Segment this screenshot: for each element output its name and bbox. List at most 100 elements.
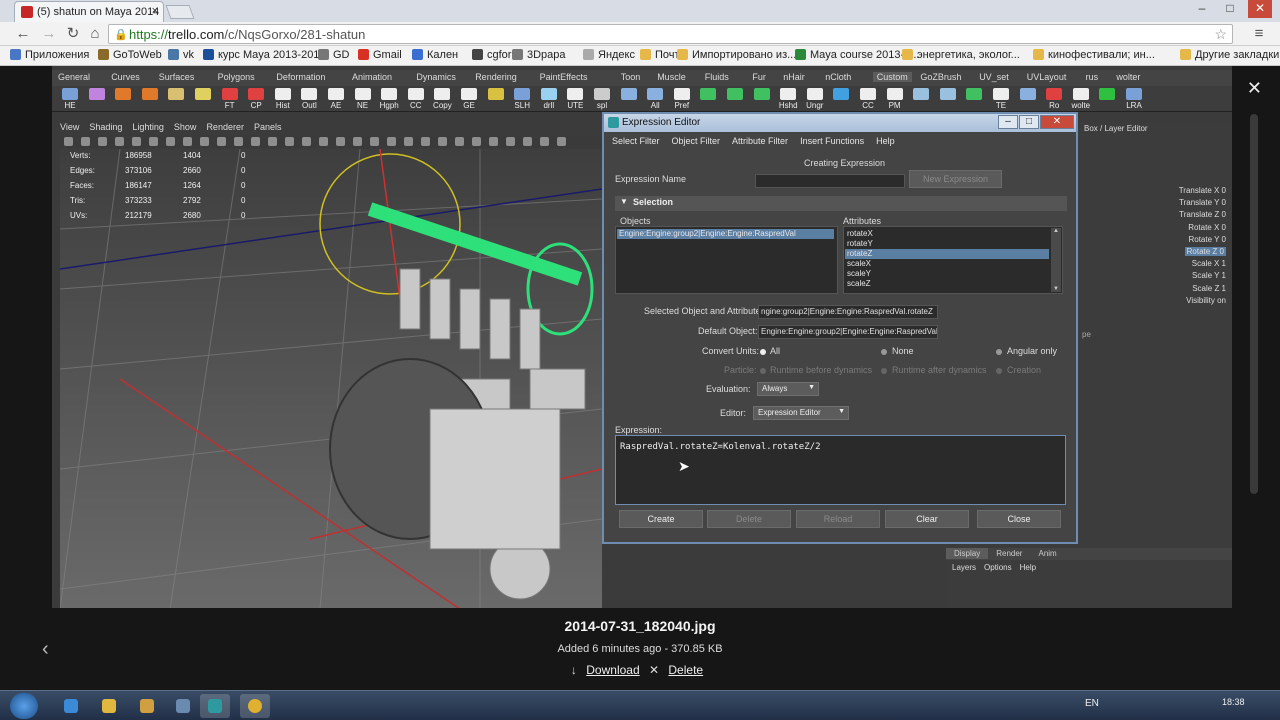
channel-row[interactable]: Scale X 1: [1192, 259, 1226, 268]
reload-icon[interactable]: ↻: [64, 25, 82, 43]
shelf-tab[interactable]: Surfaces: [159, 72, 195, 82]
shelf-tool-button[interactable]: spl: [590, 88, 614, 110]
panel-tool-icon[interactable]: [387, 137, 396, 146]
taskbar-clock[interactable]: 18:38: [1222, 697, 1245, 707]
taskbar-app-icon[interactable]: [168, 694, 198, 718]
reload-button[interactable]: Reload: [796, 510, 880, 528]
bookmark-item[interactable]: Импортировано из...: [677, 49, 796, 61]
editor-dropdown[interactable]: Expression Editor ▼: [753, 406, 849, 420]
expr-menu-item[interactable]: Object Filter: [672, 136, 721, 146]
panel-tool-icon[interactable]: [302, 137, 311, 146]
shelf-tool-button[interactable]: TE: [989, 88, 1013, 110]
panel-menu-item[interactable]: Renderer: [206, 122, 244, 132]
window-close-button[interactable]: ✕: [1248, 0, 1272, 18]
layer-menu-item[interactable]: Layers: [952, 563, 976, 572]
bookmark-item[interactable]: cgfor: [472, 49, 511, 61]
shelf-tab[interactable]: Dynamics: [416, 72, 456, 82]
panel-menu-item[interactable]: View: [60, 122, 79, 132]
panel-tool-icon[interactable]: [336, 137, 345, 146]
panel-tool-icon[interactable]: [268, 137, 277, 146]
shelf-tool-button[interactable]: [164, 88, 188, 110]
shelf-tool-button[interactable]: [696, 88, 720, 110]
attribute-list-item[interactable]: scaleX: [845, 259, 1049, 269]
shelf-tool-button[interactable]: [1016, 88, 1040, 110]
panel-tool-icon[interactable]: [421, 137, 430, 146]
taskbar-maya-icon[interactable]: [200, 694, 230, 718]
attribute-list-item[interactable]: rotateZ: [845, 249, 1049, 259]
shelf-tool-button[interactable]: SLH: [510, 88, 534, 110]
maya-viewport[interactable]: Verts: 186958 1404 0 Edges: 373106 2660 0 Faces:…: [60, 149, 602, 608]
shelf-tool-button[interactable]: [617, 88, 641, 110]
home-icon[interactable]: ⌂: [86, 25, 104, 43]
taskbar-folder-icon[interactable]: [132, 694, 162, 718]
panel-tool-icon[interactable]: [353, 137, 362, 146]
new-expression-button[interactable]: New Expression: [909, 170, 1002, 188]
shelf-tool-button[interactable]: [484, 88, 508, 110]
panel-tool-icon[interactable]: [523, 137, 532, 146]
expr-menu-item[interactable]: Insert Functions: [800, 136, 864, 146]
address-bar[interactable]: 🔒 https://trello.com/c/NqsGorxo/281-shat…: [108, 24, 1233, 44]
panel-tool-icon[interactable]: [81, 137, 90, 146]
delete-link[interactable]: Delete: [668, 663, 703, 677]
layer-tab[interactable]: Display: [946, 548, 989, 559]
panel-tool-icon[interactable]: [98, 137, 107, 146]
panel-tool-icon[interactable]: [183, 137, 192, 146]
shelf-tool-button[interactable]: Hgph: [377, 88, 401, 110]
panel-tool-icon[interactable]: [132, 137, 141, 146]
shelf-tool-button[interactable]: [909, 88, 933, 110]
bookmark-item[interactable]: кинофестивали; ин...: [1033, 49, 1155, 61]
expr-close-button[interactable]: ✕: [1040, 115, 1074, 129]
shelf-tool-button[interactable]: [829, 88, 853, 110]
bookmark-item[interactable]: Кален: [412, 49, 458, 61]
shelf-tool-button[interactable]: Copy: [430, 88, 454, 110]
shelf-tool-button[interactable]: Outl: [297, 88, 321, 110]
shelf-tool-button[interactable]: Ro: [1042, 88, 1066, 110]
shelf-tool-button[interactable]: [723, 88, 747, 110]
panel-tool-icon[interactable]: [472, 137, 481, 146]
panel-tool-icon[interactable]: [557, 137, 566, 146]
channel-row[interactable]: Rotate Z 0: [1184, 247, 1226, 256]
clear-button[interactable]: Clear: [885, 510, 969, 528]
selected-object-attribute-field[interactable]: ngine:group2|Engine:Engine:RaspredVal.ro…: [758, 305, 938, 319]
layer-menu-item[interactable]: Help: [1020, 563, 1036, 572]
shelf-tab[interactable]: UV_set: [979, 72, 1009, 82]
shelf-tool-button[interactable]: Ungr: [803, 88, 827, 110]
page-scrollbar[interactable]: [1250, 114, 1258, 494]
shelf-tool-button[interactable]: [936, 88, 960, 110]
layer-tab[interactable]: Render: [988, 548, 1030, 559]
expression-name-input[interactable]: [755, 174, 905, 188]
convert-angular-radio[interactable]: [996, 349, 1002, 355]
bookmark-item[interactable]: 3Dpapa: [512, 49, 566, 61]
shelf-tab[interactable]: UVLayout: [1027, 72, 1067, 82]
default-object-field[interactable]: Engine:Engine:group2|Engine:Engine:Raspr…: [758, 325, 938, 339]
shelf-tool-button[interactable]: LRA: [1122, 88, 1146, 110]
taskbar-explorer-icon[interactable]: [94, 694, 124, 718]
panel-tool-icon[interactable]: [489, 137, 498, 146]
shelf-tool-button[interactable]: [962, 88, 986, 110]
window-maximize-button[interactable]: □: [1218, 0, 1242, 18]
shelf-tool-button[interactable]: drll: [537, 88, 561, 110]
shelf-tab[interactable]: nHair: [783, 72, 805, 82]
attributes-list[interactable]: ▲ ▼ rotateX rotateY rotateZ scaleX scaleY sca…: [843, 226, 1063, 294]
shelf-tool-button[interactable]: CC: [856, 88, 880, 110]
panel-tool-icon[interactable]: [319, 137, 328, 146]
bookmark-item[interactable]: GD: [318, 49, 350, 61]
close-button[interactable]: Close: [977, 510, 1061, 528]
channel-row[interactable]: Scale Y 1: [1192, 271, 1226, 280]
bookmark-star-icon[interactable]: ☆: [1214, 26, 1227, 43]
shelf-tab[interactable]: nCloth: [825, 72, 851, 82]
shelf-tab[interactable]: Toon: [621, 72, 641, 82]
objects-list[interactable]: Engine:Engine:group2|Engine:Engine:Raspr…: [615, 226, 838, 294]
bookmark-item[interactable]: Gmail: [358, 49, 402, 61]
channel-row[interactable]: Translate Y 0: [1179, 198, 1226, 207]
delete-button[interactable]: Delete: [707, 510, 791, 528]
shelf-tab[interactable]: Polygons: [218, 72, 255, 82]
shelf-tab[interactable]: PaintEffects: [540, 72, 588, 82]
panel-tool-icon[interactable]: [506, 137, 515, 146]
shelf-tool-button[interactable]: wolte: [1069, 88, 1093, 110]
bookmark-item[interactable]: энергетика, эколог...: [902, 49, 1020, 61]
menu-icon[interactable]: ≡: [1250, 25, 1268, 43]
selection-section-header[interactable]: ▼ Selection: [615, 196, 1067, 211]
shelf-tab[interactable]: Curves: [111, 72, 140, 82]
bookmark-item[interactable]: vk: [168, 49, 194, 61]
